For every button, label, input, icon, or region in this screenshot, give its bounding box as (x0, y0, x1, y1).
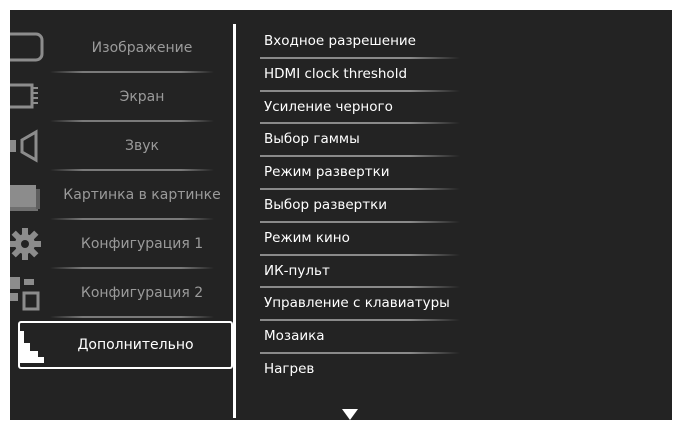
menu-item-sound[interactable]: Звук (10, 122, 234, 171)
menu-item-label: Конфигурация 1 (80, 236, 204, 252)
gear-icon (10, 228, 41, 260)
menu-item-advanced[interactable]: Дополнительно (18, 321, 233, 369)
speaker-icon (10, 129, 38, 163)
menu-item-label: Картинка в картинке (63, 187, 221, 203)
separator (50, 316, 214, 318)
picture-icon (10, 32, 44, 62)
sub-item-label: HDMI clock threshold (264, 65, 408, 82)
screen-icon (10, 83, 38, 109)
menu-item-label: Звук (125, 138, 159, 154)
sub-menu: Входное разрешение HDMI clock threshold … (236, 26, 476, 387)
sub-item-gamma[interactable]: Выбор гаммы (236, 124, 476, 158)
pip-icon (10, 185, 40, 211)
menu-item-label: Изображение (91, 40, 193, 56)
sub-item-film-mode[interactable]: Режим кино (236, 223, 476, 256)
sub-item-label: Нагрев (264, 360, 315, 377)
sub-item-keyboard-control[interactable]: Управление с клавиатуры (236, 288, 476, 322)
sub-item-scan-mode[interactable]: Режим развертки (236, 157, 476, 190)
sub-item-label: Режим кино (264, 229, 350, 246)
sub-item-label: Входное разрешение (264, 33, 416, 49)
sub-item-label: Мозаика (264, 328, 325, 345)
sub-item-heating[interactable]: Нагрев (236, 354, 476, 387)
menu-item-label: Экран (119, 89, 165, 105)
menu-item-pip[interactable]: Картинка в картинке (10, 171, 234, 220)
sub-item-label: Выбор развертки (264, 196, 388, 213)
sub-item-scan-conversion[interactable]: Выбор развертки (236, 190, 476, 223)
sub-item-black-level[interactable]: Усиление черного (236, 92, 476, 125)
sub-item-label: Выбор гаммы (264, 131, 360, 148)
sub-item-label: ИК-пульт (264, 262, 330, 279)
menu-item-picture[interactable]: Изображение (10, 24, 234, 73)
main-menu: Изображение Экран Звук Картинка в картин… (10, 10, 234, 420)
grid-icon (10, 277, 40, 311)
sub-item-label: Управление с клавиатуры (264, 295, 450, 312)
sub-item-input-resolution[interactable]: Входное разрешение (236, 26, 476, 59)
sub-item-ir-control[interactable]: ИК-пульт (236, 256, 476, 289)
osd-menu-screen: Изображение Экран Звук Картинка в картин… (10, 10, 672, 420)
sub-item-label: Режим развертки (264, 164, 390, 181)
menu-item-label: Дополнительно (77, 337, 194, 353)
scroll-down-icon[interactable] (342, 409, 358, 420)
sub-item-tiling[interactable]: Мозаика (236, 321, 476, 354)
menu-item-config-1[interactable]: Конфигурация 1 (10, 220, 234, 269)
menu-item-label: Конфигурация 2 (80, 285, 204, 301)
menu-item-config-2[interactable]: Конфигурация 2 (10, 269, 234, 318)
menu-item-screen[interactable]: Экран (10, 73, 234, 122)
sub-item-hdmi-clock-threshold[interactable]: HDMI clock threshold (236, 59, 476, 92)
sub-item-label: Усиление черного (264, 98, 393, 115)
